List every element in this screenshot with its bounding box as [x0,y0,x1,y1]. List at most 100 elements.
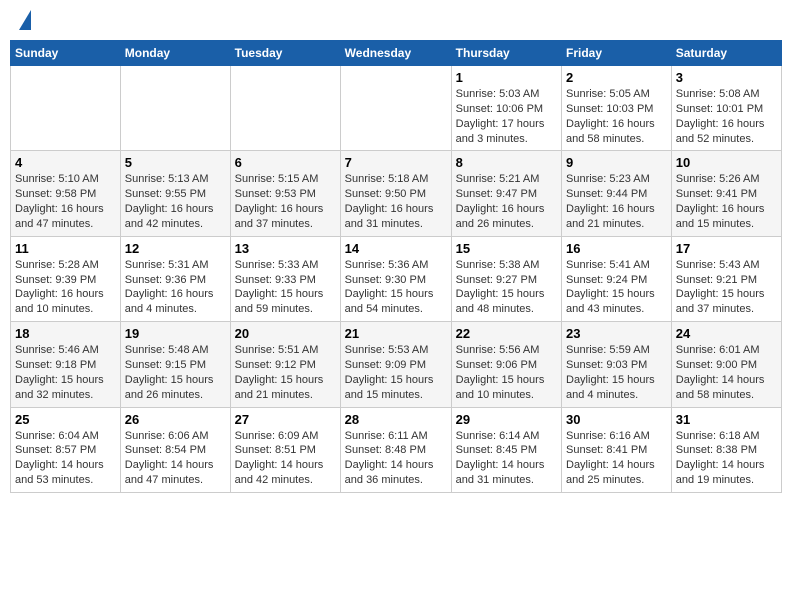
calendar-cell: 12Sunrise: 5:31 AM Sunset: 9:36 PM Dayli… [120,236,230,321]
calendar-cell: 28 Sunrise: 6:11 AM Sunset: 8:48 PM Dayli… [340,407,451,492]
day-number: 8 [456,155,557,170]
day-number: 31 [676,412,777,427]
calendar-cell: 14Sunrise: 5:36 AM Sunset: 9:30 PM Dayli… [340,236,451,321]
day-number: 3 [676,70,777,85]
day-number: 24 [676,326,777,341]
calendar-cell: 9Sunrise: 5:23 AM Sunset: 9:44 PM Daylig… [562,151,672,236]
day-number: 9 [566,155,667,170]
column-header-saturday: Saturday [671,41,781,66]
day-number: 21 [345,326,447,341]
calendar-cell: 2 Sunrise: 5:05 AM Sunset: 10:03 PM Dayli… [562,66,672,151]
calendar-cell: 22 Sunrise: 5:56 AM Sunset: 9:06 PM Dayli… [451,322,561,407]
day-number: 23 [566,326,667,341]
day-detail: Sunrise: 6:18 AM Sunset: 8:38 PM Dayligh… [676,429,777,488]
column-header-wednesday: Wednesday [340,41,451,66]
column-header-friday: Friday [562,41,672,66]
logo [16,14,31,30]
calendar-cell: 8Sunrise: 5:21 AM Sunset: 9:47 PM Daylig… [451,151,561,236]
day-detail: Sunrise: 5:28 AM Sunset: 9:39 PM Dayligh… [15,258,116,317]
day-detail: Sunrise: 5:10 AM Sunset: 9:58 PM Dayligh… [15,172,116,231]
day-detail: Sunrise: 5:36 AM Sunset: 9:30 PM Dayligh… [345,258,447,317]
calendar-cell: 27Sunrise: 6:09 AM Sunset: 8:51 PM Dayli… [230,407,340,492]
calendar-cell: 4 Sunrise: 5:10 AM Sunset: 9:58 PM Daylig… [11,151,121,236]
day-number: 13 [235,241,336,256]
day-number: 16 [566,241,667,256]
calendar-cell: 24 Sunrise: 6:01 AM Sunset: 9:00 PM Dayli… [671,322,781,407]
logo-triangle-icon [19,10,31,30]
day-number: 29 [456,412,557,427]
calendar-cell: 26 Sunrise: 6:06 AM Sunset: 8:54 PM Dayli… [120,407,230,492]
calendar-cell: 15Sunrise: 5:38 AM Sunset: 9:27 PM Dayli… [451,236,561,321]
day-detail: Sunrise: 6:01 AM Sunset: 9:00 PM Dayligh… [676,343,777,402]
day-number: 25 [15,412,116,427]
day-number: 30 [566,412,667,427]
day-number: 1 [456,70,557,85]
calendar-cell: 7 Sunrise: 5:18 AM Sunset: 9:50 PM Daylig… [340,151,451,236]
calendar-table: SundayMondayTuesdayWednesdayThursdayFrid… [10,40,782,493]
calendar-cell: 17Sunrise: 5:43 AM Sunset: 9:21 PM Dayli… [671,236,781,321]
day-number: 4 [15,155,116,170]
day-detail: Sunrise: 5:31 AM Sunset: 9:36 PM Dayligh… [125,258,226,317]
day-number: 27 [235,412,336,427]
column-header-tuesday: Tuesday [230,41,340,66]
calendar-header-row: SundayMondayTuesdayWednesdayThursdayFrid… [11,41,782,66]
day-detail: Sunrise: 5:56 AM Sunset: 9:06 PM Dayligh… [456,343,557,402]
calendar-cell: 16 Sunrise: 5:41 AM Sunset: 9:24 PM Dayli… [562,236,672,321]
day-detail: Sunrise: 5:51 AM Sunset: 9:12 PM Dayligh… [235,343,336,402]
calendar-cell: 3 Sunrise: 5:08 AM Sunset: 10:01 PM Dayli… [671,66,781,151]
day-detail: Sunrise: 6:06 AM Sunset: 8:54 PM Dayligh… [125,429,226,488]
day-detail: Sunrise: 5:33 AM Sunset: 9:33 PM Dayligh… [235,258,336,317]
day-detail: Sunrise: 6:16 AM Sunset: 8:41 PM Dayligh… [566,429,667,488]
calendar-cell: 13 Sunrise: 5:33 AM Sunset: 9:33 PM Dayli… [230,236,340,321]
day-number: 26 [125,412,226,427]
day-detail: Sunrise: 6:11 AM Sunset: 8:48 PM Dayligh… [345,429,447,488]
day-detail: Sunrise: 5:43 AM Sunset: 9:21 PM Dayligh… [676,258,777,317]
calendar-cell [120,66,230,151]
calendar-cell: 20 Sunrise: 5:51 AM Sunset: 9:12 PM Dayli… [230,322,340,407]
day-number: 18 [15,326,116,341]
day-number: 6 [235,155,336,170]
calendar-cell [340,66,451,151]
day-number: 19 [125,326,226,341]
day-detail: Sunrise: 5:08 AM Sunset: 10:01 PM Daylig… [676,87,777,146]
day-detail: Sunrise: 5:41 AM Sunset: 9:24 PM Dayligh… [566,258,667,317]
day-detail: Sunrise: 5:53 AM Sunset: 9:09 PM Dayligh… [345,343,447,402]
day-number: 22 [456,326,557,341]
column-header-thursday: Thursday [451,41,561,66]
day-detail: Sunrise: 5:48 AM Sunset: 9:15 PM Dayligh… [125,343,226,402]
day-number: 20 [235,326,336,341]
calendar-cell: 11 Sunrise: 5:28 AM Sunset: 9:39 PM Dayli… [11,236,121,321]
week-row-1: 1 Sunrise: 5:03 AM Sunset: 10:06 PM Dayli… [11,66,782,151]
day-detail: Sunrise: 5:13 AM Sunset: 9:55 PM Dayligh… [125,172,226,231]
column-header-monday: Monday [120,41,230,66]
day-number: 5 [125,155,226,170]
calendar-cell: 18 Sunrise: 5:46 AM Sunset: 9:18 PM Dayli… [11,322,121,407]
calendar-cell [11,66,121,151]
day-detail: Sunrise: 5:15 AM Sunset: 9:53 PM Dayligh… [235,172,336,231]
day-detail: Sunrise: 5:26 AM Sunset: 9:41 PM Dayligh… [676,172,777,231]
calendar-cell: 10 Sunrise: 5:26 AM Sunset: 9:41 PM Dayli… [671,151,781,236]
day-detail: Sunrise: 5:05 AM Sunset: 10:03 PM Daylig… [566,87,667,146]
column-header-sunday: Sunday [11,41,121,66]
calendar-cell: 19 Sunrise: 5:48 AM Sunset: 9:15 PM Dayli… [120,322,230,407]
week-row-5: 25 Sunrise: 6:04 AM Sunset: 8:57 PM Dayli… [11,407,782,492]
page-header [10,10,782,34]
calendar-cell [230,66,340,151]
day-number: 28 [345,412,447,427]
week-row-3: 11 Sunrise: 5:28 AM Sunset: 9:39 PM Dayli… [11,236,782,321]
day-detail: Sunrise: 5:03 AM Sunset: 10:06 PM Daylig… [456,87,557,146]
week-row-2: 4 Sunrise: 5:10 AM Sunset: 9:58 PM Daylig… [11,151,782,236]
calendar-cell: 30 Sunrise: 6:16 AM Sunset: 8:41 PM Dayli… [562,407,672,492]
calendar-cell: 6 Sunrise: 5:15 AM Sunset: 9:53 PM Daylig… [230,151,340,236]
day-detail: Sunrise: 5:18 AM Sunset: 9:50 PM Dayligh… [345,172,447,231]
day-detail: Sunrise: 5:46 AM Sunset: 9:18 PM Dayligh… [15,343,116,402]
day-number: 11 [15,241,116,256]
calendar-cell: 29Sunrise: 6:14 AM Sunset: 8:45 PM Dayli… [451,407,561,492]
day-number: 7 [345,155,447,170]
day-number: 10 [676,155,777,170]
day-detail: Sunrise: 6:04 AM Sunset: 8:57 PM Dayligh… [15,429,116,488]
day-detail: Sunrise: 5:38 AM Sunset: 9:27 PM Dayligh… [456,258,557,317]
calendar-cell: 21 Sunrise: 5:53 AM Sunset: 9:09 PM Dayli… [340,322,451,407]
calendar-cell: 5 Sunrise: 5:13 AM Sunset: 9:55 PM Daylig… [120,151,230,236]
day-number: 2 [566,70,667,85]
